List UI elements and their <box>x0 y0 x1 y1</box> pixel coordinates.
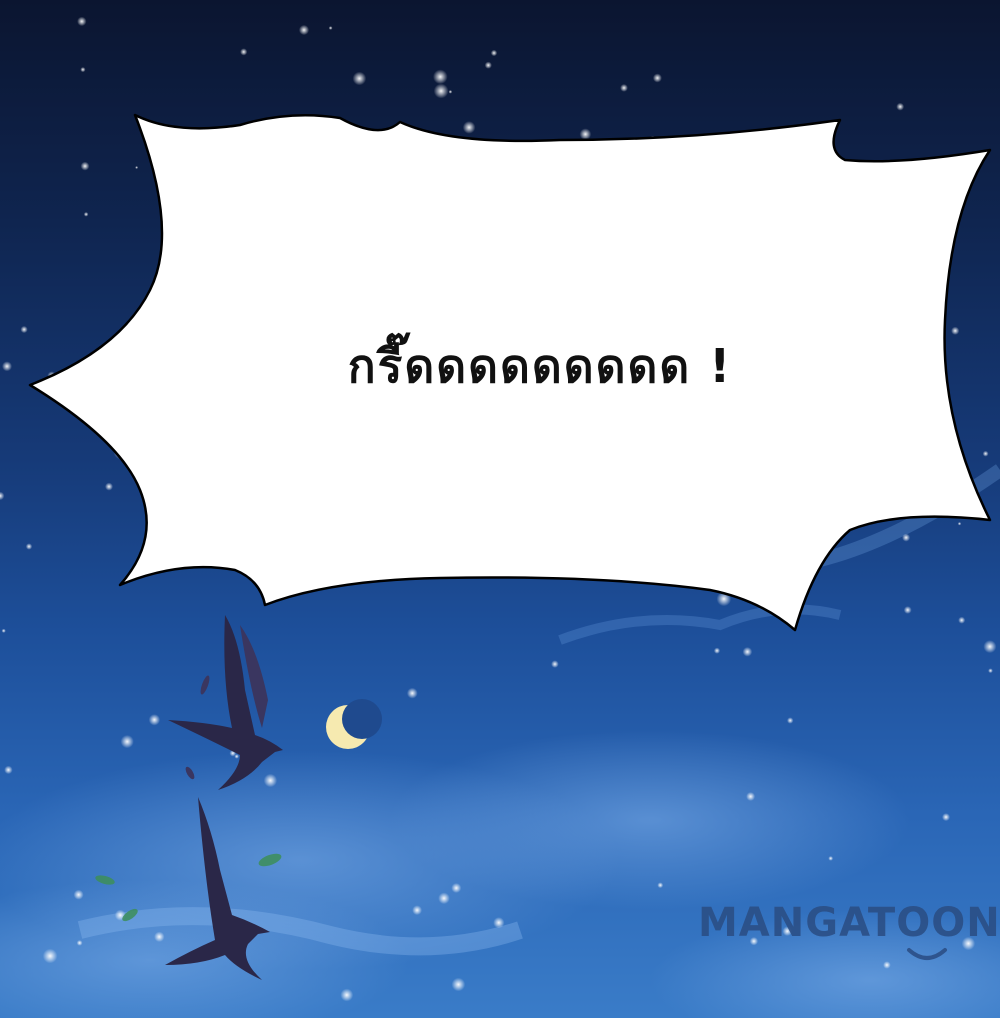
snowflake <box>902 533 911 542</box>
snowflake <box>493 917 505 929</box>
speech-bubble-text: กรี๊ดดดดดดดดด ! <box>347 339 733 393</box>
snowflake <box>657 882 664 889</box>
snowflake <box>958 616 966 624</box>
snowflake <box>438 892 450 905</box>
snowflake <box>80 67 86 73</box>
watermark-smile-icon <box>907 948 947 960</box>
snowflake <box>988 668 993 674</box>
snowflake <box>4 765 13 775</box>
night-sky-scene <box>0 16 1000 1018</box>
snowflake <box>2 361 12 372</box>
snowflake <box>896 102 905 111</box>
snowflake <box>903 606 912 614</box>
snowflake <box>76 940 83 946</box>
snowflake <box>80 161 90 171</box>
snowflake <box>448 90 453 94</box>
snowflake <box>154 931 165 942</box>
snowflake <box>828 856 834 861</box>
snowflake <box>83 212 89 217</box>
snowflake <box>412 905 422 916</box>
snowflake <box>406 687 418 699</box>
snowflake <box>490 49 498 57</box>
snowflake <box>352 71 367 86</box>
snowflake <box>951 326 960 335</box>
snowflake <box>120 735 134 749</box>
snowflake <box>0 491 5 501</box>
snowflake <box>25 543 33 550</box>
snowflake <box>240 48 248 56</box>
snowflake <box>787 717 794 724</box>
snowflake <box>433 83 449 99</box>
snowflake <box>433 69 448 85</box>
snowflake <box>579 128 592 140</box>
snowflake <box>298 24 310 36</box>
crescent-moon <box>326 699 382 749</box>
snowflake <box>620 84 628 92</box>
snowflake <box>551 660 559 668</box>
snowflake <box>742 647 753 657</box>
watermark-logo: MANGATOON <box>698 900 1000 946</box>
snowflake <box>451 883 462 893</box>
snowflake <box>77 16 87 27</box>
snowflake <box>20 325 28 334</box>
snowflake <box>340 988 354 1002</box>
snowflake <box>983 640 997 654</box>
snowflake <box>451 977 466 992</box>
snowflake <box>713 647 721 654</box>
snowflake <box>1 628 6 633</box>
snowflake <box>148 714 161 726</box>
snowflake <box>746 792 756 801</box>
snowflake <box>73 889 84 900</box>
snowflake <box>982 450 989 457</box>
snowflake <box>42 948 58 964</box>
snowflake <box>462 121 476 134</box>
snowflake <box>942 813 950 822</box>
snowflake <box>105 482 113 491</box>
snowflake <box>135 166 139 169</box>
snowflake <box>263 773 278 788</box>
snowflake <box>957 522 962 526</box>
snowflake <box>484 61 492 69</box>
snowflake <box>328 26 333 30</box>
snowflake <box>883 961 891 969</box>
snowflake <box>652 73 662 83</box>
